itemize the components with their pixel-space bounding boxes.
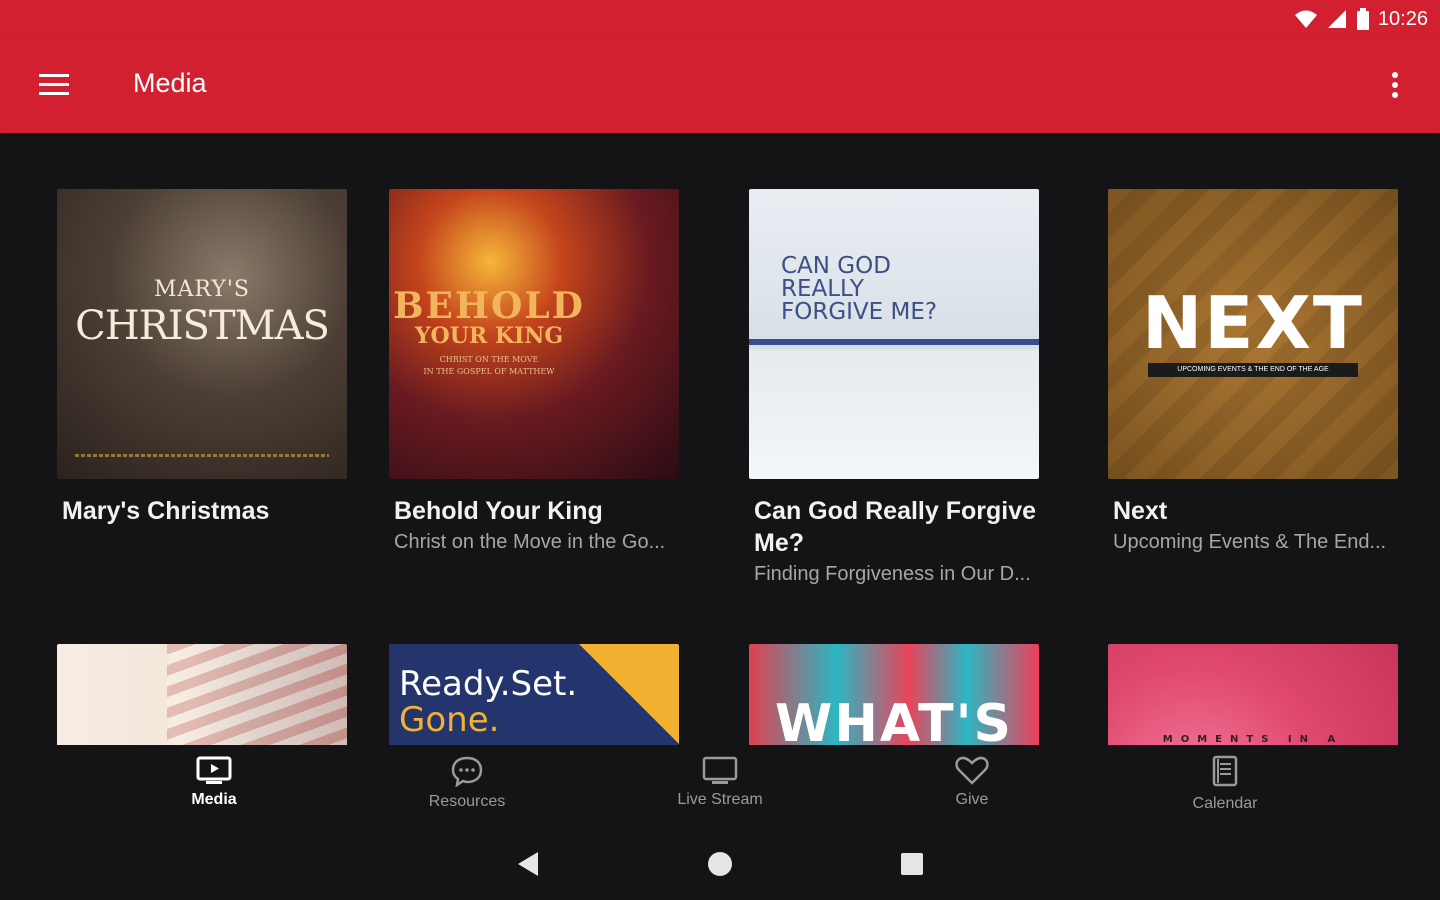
card-title: Can God Really Forgive Me? (754, 497, 1037, 557)
heart-icon (955, 756, 989, 785)
media-thumbnail: NEXT UPCOMING EVENTS & THE END OF THE AG… (1108, 189, 1398, 479)
art-text: CHRIST ON THE MOVE (439, 355, 539, 364)
art-text: WHAT'S (775, 694, 1013, 745)
card-subtitle: Finding Forgiveness in Our D... (754, 563, 1031, 585)
status-bar: 10:26 (0, 0, 1440, 38)
art-text: IN THE GOSPEL OF MATTHEW (423, 367, 555, 376)
card-subtitle: Upcoming Events & The End... (1113, 531, 1387, 553)
media-thumbnail: MARY'S CHRISTMAS (57, 189, 347, 479)
media-card-marys-christmas[interactable]: MARY'S CHRISTMAS Mary's Christmas (57, 189, 347, 527)
art-text: FORGIVE ME? (781, 299, 938, 325)
media-card-whats[interactable]: WHAT'S (749, 644, 1039, 745)
media-thumbnail: CAN GOD REALLY FORGIVE ME? (749, 189, 1039, 479)
media-thumbnail (57, 644, 347, 745)
media-thumbnail: Ready.Set. Gone. (389, 644, 679, 745)
media-card[interactable] (57, 644, 347, 745)
page-title: Media (133, 68, 207, 98)
media-grid: MARY'S CHRISTMAS Mary's Christmas BEHOLD… (0, 133, 1440, 745)
art-text: MARY'S (154, 277, 250, 302)
card-title: Next (1113, 497, 1168, 525)
overflow-menu-button[interactable] (1374, 64, 1416, 106)
system-navigation-bar (0, 827, 1440, 900)
media-card-behold-your-king[interactable]: BEHOLD YOUR KING CHRIST ON THE MOVE IN T… (389, 189, 679, 557)
battery-icon (1356, 8, 1369, 30)
art-decoration (579, 644, 679, 744)
app-bar: Media (0, 38, 1440, 133)
card-subtitle: Christ on the Move in the Go... (394, 531, 666, 553)
nav-item-give[interactable]: Give (902, 755, 1042, 821)
recents-button[interactable] (892, 847, 932, 881)
chat-bubble-icon (451, 756, 483, 787)
card-title: Behold Your King (394, 497, 603, 525)
monitor-icon (702, 756, 738, 784)
back-button[interactable] (508, 847, 548, 881)
art-text: REALLY (781, 276, 864, 302)
wifi-icon (1294, 10, 1317, 28)
more-vert-icon (1392, 72, 1398, 98)
back-triangle-icon (518, 852, 538, 876)
art-text: CHRISTMAS (75, 303, 330, 349)
menu-button[interactable] (28, 64, 80, 106)
home-button[interactable] (700, 847, 740, 881)
art-text: Gone. (399, 700, 500, 740)
nav-label: Give (955, 791, 989, 808)
art-decoration (75, 454, 329, 457)
media-thumbnail: WHAT'S (749, 644, 1039, 745)
tv-play-icon (196, 756, 232, 784)
status-icons: 10:26 (1294, 6, 1428, 32)
art-text: BEHOLD (393, 285, 585, 327)
nav-label: Calendar (1192, 795, 1258, 812)
home-circle-icon (708, 852, 732, 876)
media-card-moments[interactable]: MOMENTS IN A (1108, 644, 1398, 745)
nav-label: Resources (428, 793, 506, 810)
media-thumbnail: BEHOLD YOUR KING CHRIST ON THE MOVE IN T… (389, 189, 679, 479)
nav-item-resources[interactable]: Resources (397, 755, 537, 821)
nav-item-media[interactable]: Media (144, 755, 284, 821)
media-card-next[interactable]: NEXT UPCOMING EVENTS & THE END OF THE AG… (1108, 189, 1398, 557)
art-text: MOMENTS IN A (1162, 734, 1344, 745)
media-card-ready-set-gone[interactable]: Ready.Set. Gone. (389, 644, 679, 745)
nav-label: Media (191, 791, 237, 808)
nav-label: Live Stream (677, 791, 763, 808)
media-thumbnail: MOMENTS IN A (1108, 644, 1398, 745)
art-text: UPCOMING EVENTS & THE END OF THE AGE (1148, 363, 1358, 377)
media-card-can-god-really-forgive-me[interactable]: CAN GOD REALLY FORGIVE ME? Can God Reall… (749, 189, 1039, 589)
card-title: Mary's Christmas (62, 497, 270, 525)
nav-item-live-stream[interactable]: Live Stream (650, 755, 790, 821)
status-time: 10:26 (1377, 7, 1428, 30)
art-decoration (749, 339, 1039, 345)
art-text: Ready.Set. (399, 664, 578, 704)
recents-square-icon (901, 853, 923, 875)
hamburger-icon (39, 74, 69, 95)
cell-signal-icon (1327, 10, 1346, 28)
art-text: YOUR KING (414, 323, 564, 349)
book-icon (1212, 755, 1238, 787)
art-text: NEXT (1141, 281, 1365, 365)
art-text: CAN GOD (781, 253, 891, 279)
bottom-navigation: Media Resources Live Stream Give Calenda… (0, 745, 1440, 827)
nav-item-calendar[interactable]: Calendar (1155, 755, 1295, 821)
